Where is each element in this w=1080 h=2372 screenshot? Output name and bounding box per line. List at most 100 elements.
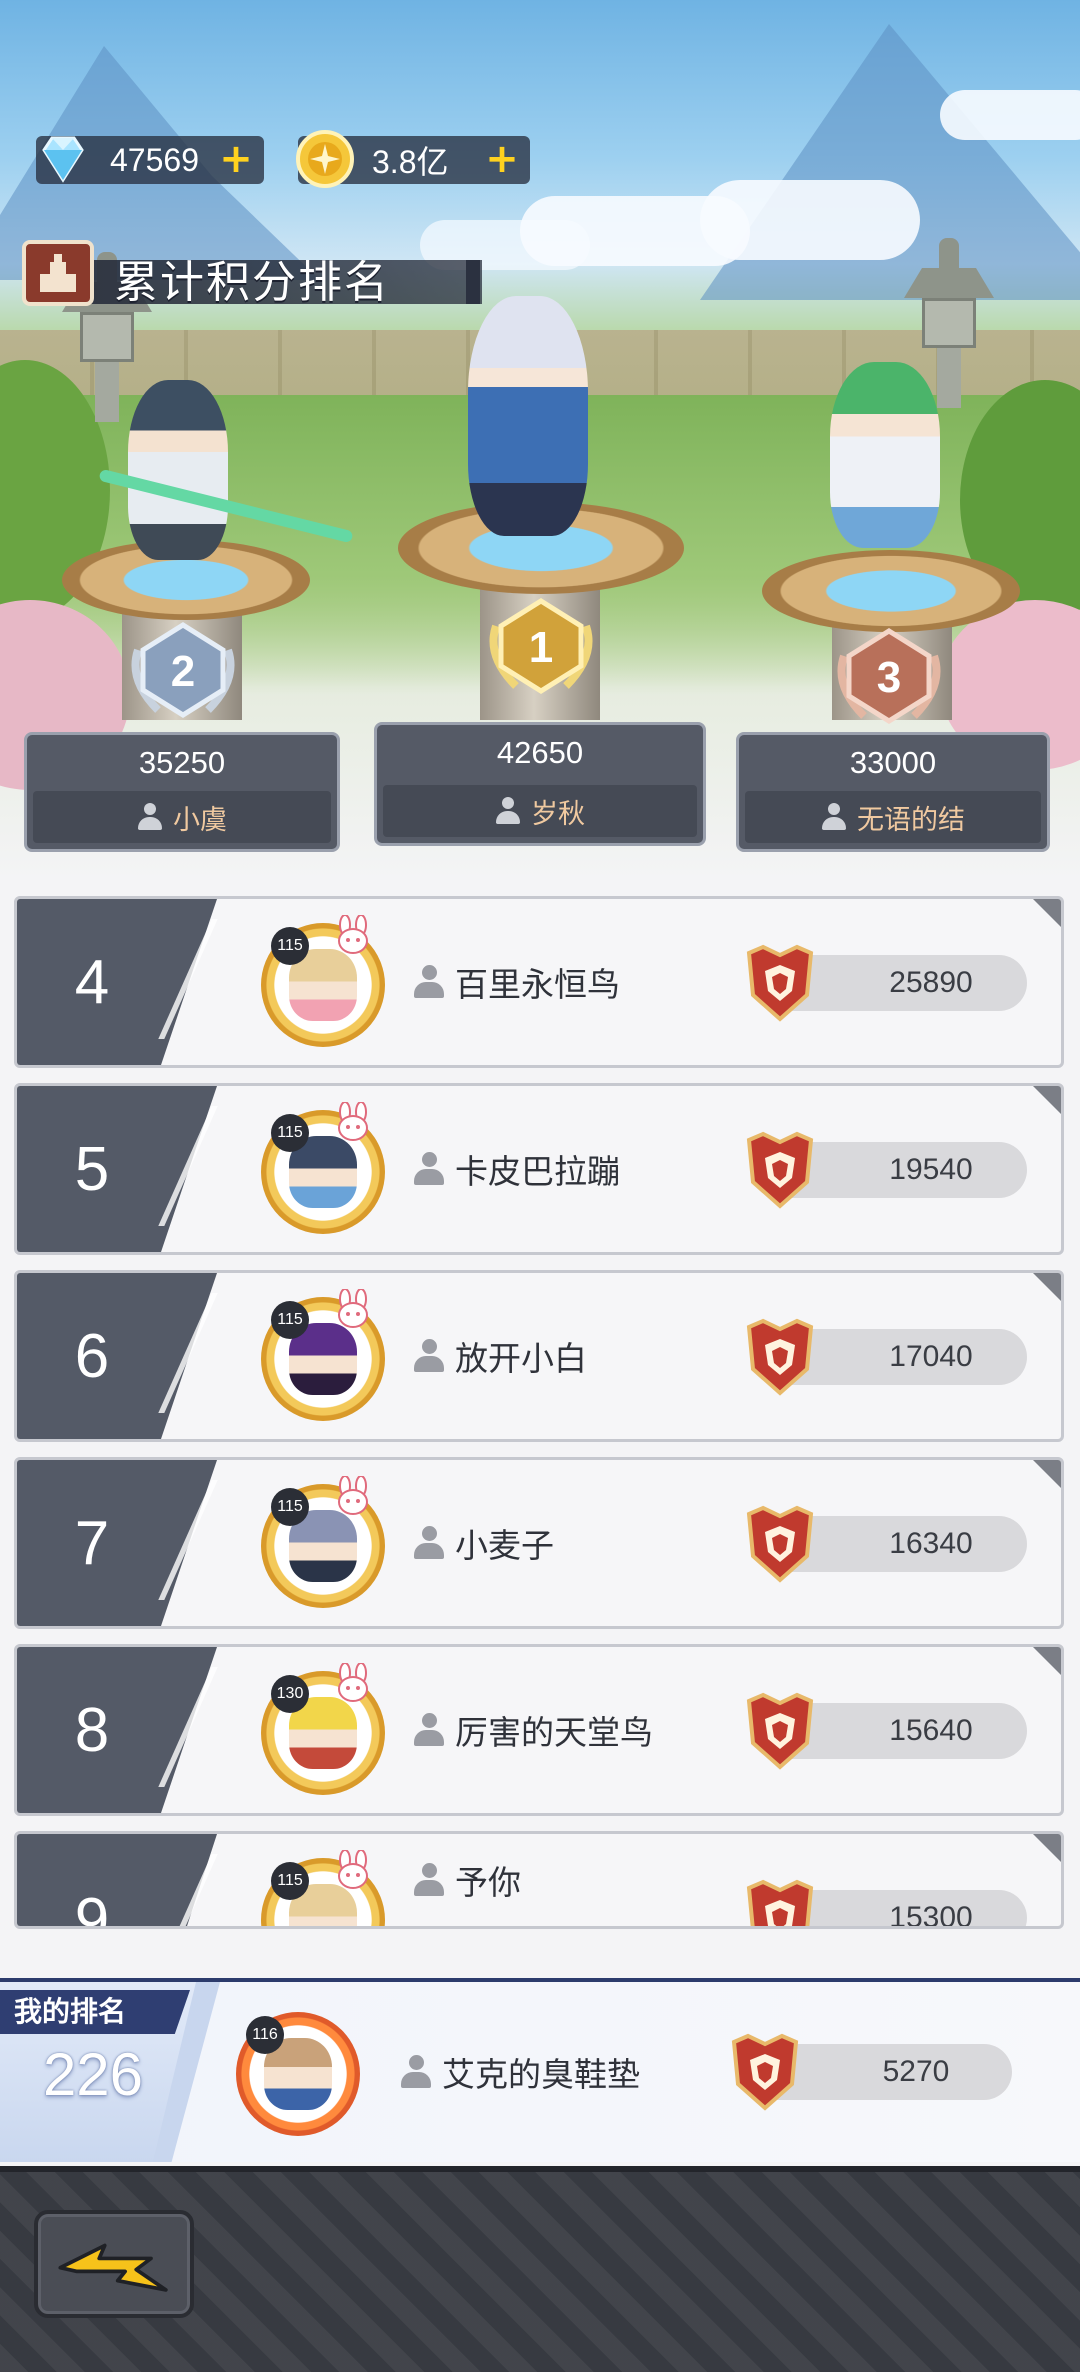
diamond-amount: 47569 — [110, 141, 199, 178]
svg-text:1: 1 — [529, 623, 553, 672]
podium-card-rank-2[interactable]: 35250 小虞 — [24, 732, 340, 852]
rank-1-medal-icon: 1 — [489, 598, 593, 694]
rank-number: 7 — [74, 1508, 110, 1578]
player-score: 19540 — [889, 1153, 973, 1186]
player-avatar[interactable]: 115 — [253, 1100, 393, 1240]
my-avatar[interactable]: 116 — [228, 2002, 368, 2142]
my-name: 艾克的臭鞋垫 — [442, 2055, 640, 2094]
person-icon — [413, 1863, 445, 1897]
person-icon — [821, 803, 847, 831]
add-coins-icon[interactable]: + — [484, 139, 520, 179]
ranking-row[interactable]: 6 115 放开小白 17040 — [14, 1270, 1064, 1442]
person-icon — [400, 2055, 432, 2089]
podium-card-rank-3[interactable]: 33000 无语的结 — [736, 732, 1050, 852]
player-level: 115 — [271, 1488, 309, 1526]
back-button[interactable] — [34, 2210, 194, 2318]
player-level: 130 — [271, 1675, 309, 1713]
rank-number: 6 — [74, 1321, 110, 1391]
person-icon — [413, 1713, 445, 1747]
person-icon — [413, 1526, 445, 1560]
ranking-row[interactable]: 8 130 厉害的天堂鸟 15640 — [14, 1644, 1064, 1816]
shield-score-icon — [746, 1505, 814, 1583]
player-level: 115 — [271, 1301, 309, 1339]
person-icon — [137, 803, 163, 831]
player-level: 115 — [271, 1114, 309, 1152]
person-icon — [413, 965, 445, 999]
score-pill: 17040 — [746, 1318, 1027, 1396]
my-rank-row[interactable]: 我的排名 226 116 艾克的臭鞋垫 5270 — [0, 1978, 1080, 2162]
score-pill: 15640 — [746, 1692, 1027, 1770]
player-avatar[interactable]: 130 — [253, 1661, 393, 1801]
player-name: 厉害的天堂鸟 — [455, 1713, 653, 1752]
shield-score-icon — [746, 1879, 814, 1926]
bunny-mask-icon — [338, 1663, 368, 1702]
player-name: 放开小白 — [455, 1339, 587, 1378]
coin-amount: 3.8亿 — [372, 144, 449, 180]
podium-name: 岁秋 — [531, 798, 585, 830]
player-name: 百里永恒鸟 — [455, 965, 620, 1004]
rank-number: 5 — [74, 1134, 110, 1204]
player-score: 15640 — [889, 1714, 973, 1747]
score-pill: 19540 — [746, 1131, 1027, 1209]
add-diamonds-icon[interactable]: + — [218, 139, 254, 179]
player-score: 16340 — [889, 1527, 973, 1560]
player-level: 115 — [271, 1862, 309, 1900]
score-pill: 16340 — [746, 1505, 1027, 1583]
player-avatar[interactable]: 115 — [253, 1474, 393, 1614]
bunny-mask-icon — [338, 1289, 368, 1328]
my-score: 5270 — [882, 2055, 950, 2088]
player-score: 15300 — [889, 1901, 973, 1929]
player-avatar[interactable]: 115 — [253, 1287, 393, 1427]
podium-score: 42650 — [496, 735, 584, 770]
coin-currency[interactable]: 3.8亿 + — [296, 130, 530, 188]
score-pill: 15300 — [746, 1879, 1027, 1929]
svg-text:3: 3 — [877, 653, 901, 702]
podium-score: 35250 — [138, 745, 226, 780]
diamond-icon — [42, 136, 84, 183]
shield-score-icon — [731, 2033, 799, 2111]
my-score-pill: 5270 — [731, 2033, 1012, 2111]
player-score: 25890 — [889, 966, 973, 999]
ranking-row[interactable]: 7 115 小麦子 16340 — [14, 1457, 1064, 1629]
my-rank-label: 我的排名 — [0, 1990, 190, 2034]
player-name: 予你 — [455, 1863, 521, 1902]
ranking-row[interactable]: 9 115 予你 15300 — [14, 1831, 1064, 1929]
rank-number: 8 — [74, 1695, 110, 1765]
svg-text:2: 2 — [171, 647, 195, 696]
ranking-title: 累计积分排名 — [22, 240, 482, 308]
podium-score: 33000 — [849, 745, 937, 780]
my-level: 116 — [246, 2016, 284, 2054]
bunny-mask-icon — [338, 1850, 368, 1889]
player-avatar[interactable]: 115 — [253, 1848, 393, 1926]
rank-number: 9 — [74, 1885, 110, 1929]
my-rank-number: 226 — [42, 2041, 144, 2108]
player-level: 115 — [271, 927, 309, 965]
back-arrow-icon — [58, 2243, 168, 2292]
person-icon — [413, 1152, 445, 1186]
bunny-mask-icon — [338, 915, 368, 954]
shield-score-icon — [746, 1318, 814, 1396]
rank-2-medal-icon: 2 — [131, 622, 235, 718]
ranking-row[interactable]: 4 115 百里永恒鸟 25890 — [14, 896, 1064, 1068]
rank-number: 4 — [74, 947, 110, 1017]
podium-card-rank-1[interactable]: 42650 岁秋 — [374, 722, 706, 846]
player-name: 小麦子 — [455, 1526, 554, 1565]
rank-3-medal-icon: 3 — [837, 628, 941, 724]
podium-name: 无语的结 — [857, 804, 965, 836]
player-score: 17040 — [889, 1340, 973, 1373]
podium-name: 小虞 — [173, 804, 227, 836]
ranking-row[interactable]: 5 115 卡皮巴拉蹦 19540 — [14, 1083, 1064, 1255]
person-icon — [495, 797, 521, 825]
score-pill: 25890 — [746, 944, 1027, 1022]
diamond-currency[interactable]: 47569 + — [36, 136, 264, 184]
coin-icon — [296, 130, 354, 188]
bunny-mask-icon — [338, 1476, 368, 1515]
ranking-badge-icon — [22, 240, 94, 306]
shield-score-icon — [746, 1131, 814, 1209]
bottom-bar — [0, 2166, 1080, 2372]
bunny-mask-icon — [338, 1102, 368, 1141]
person-icon — [413, 1339, 445, 1373]
player-avatar[interactable]: 115 — [253, 913, 393, 1053]
player-name: 卡皮巴拉蹦 — [455, 1152, 620, 1191]
shield-score-icon — [746, 1692, 814, 1770]
